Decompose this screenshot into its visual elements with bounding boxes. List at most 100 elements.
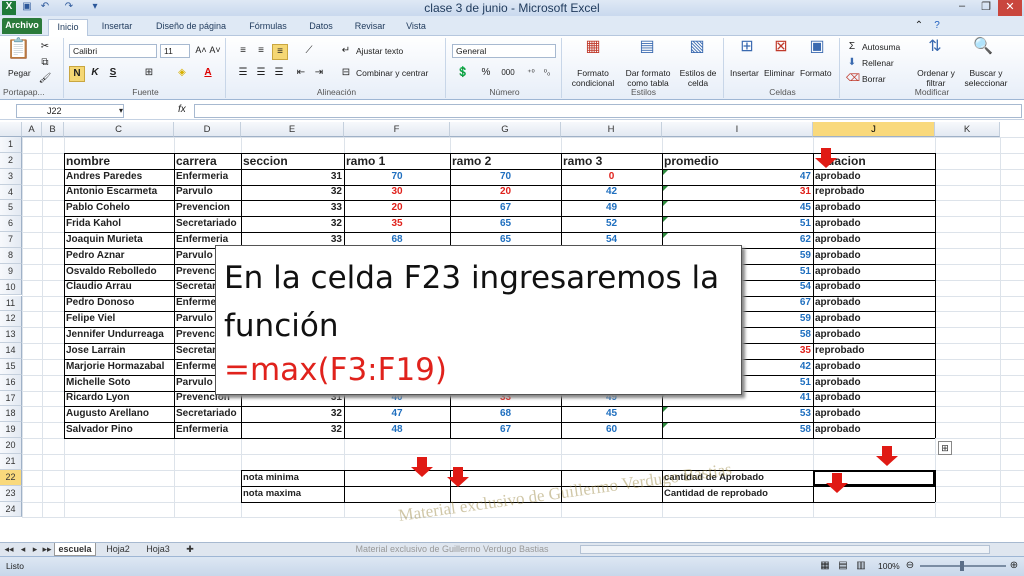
format-table-button[interactable]: Dar formato como tabla (622, 68, 674, 88)
cell-ramo[interactable]: 20 (344, 200, 450, 216)
help-icon[interactable]: ? (930, 19, 944, 33)
clear-icon[interactable]: ⌫ (846, 72, 860, 86)
wrap-text-icon[interactable]: ↵ (340, 44, 352, 58)
currency-icon[interactable]: 💲 (454, 66, 472, 80)
cell-nombre[interactable]: Andres Paredes (64, 169, 174, 185)
cell-nombre[interactable]: Felipe Viel (64, 311, 174, 327)
cut-icon[interactable]: ✂ (38, 40, 52, 54)
cell-ramo[interactable]: 65 (450, 216, 561, 232)
column-header-d[interactable]: D (174, 122, 241, 137)
name-box[interactable]: J22 (16, 104, 124, 118)
cell-nombre[interactable]: Pablo Cohelo (64, 200, 174, 216)
cell-seccion[interactable]: 32 (241, 422, 344, 438)
delete-cells-button[interactable]: Eliminar (764, 68, 795, 78)
cell-ramo[interactable]: 67 (450, 422, 561, 438)
find-select-icon[interactable]: 🔍 (972, 39, 994, 55)
tab-vista[interactable]: Vista (398, 19, 434, 36)
next-sheet-icon[interactable]: ▸ (30, 543, 40, 556)
row-header-24[interactable]: 24 (0, 501, 22, 518)
paste-options-icon[interactable]: ⊞ (938, 441, 952, 455)
conditional-format-icon[interactable]: ▦ (582, 39, 604, 55)
row-header-2[interactable]: 2 (0, 152, 22, 169)
autosum-icon[interactable]: Σ (846, 40, 858, 54)
row-header-4[interactable]: 4 (0, 184, 22, 201)
cell-ramo[interactable]: 70 (344, 169, 450, 185)
bold-button[interactable]: N (69, 66, 85, 82)
zoom-slider-thumb[interactable] (960, 561, 964, 571)
cell-situacion[interactable]: aprobado (813, 279, 935, 295)
cell-ramo[interactable]: 47 (344, 406, 450, 422)
cell-ramo[interactable]: 70 (450, 169, 561, 185)
cell-ramo[interactable]: 20 (450, 184, 561, 200)
cell-situacion[interactable]: aprobado (813, 390, 935, 406)
cell-promedio[interactable]: 58 (662, 422, 813, 438)
error-indicator-icon[interactable] (663, 169, 668, 175)
cell-ramo[interactable]: 67 (450, 200, 561, 216)
label-nota-minima[interactable]: nota minima (241, 470, 344, 486)
cell-situacion[interactable]: reprobado (813, 184, 935, 200)
cell-seccion[interactable]: 31 (241, 169, 344, 185)
cell-nombre[interactable]: Salvador Pino (64, 422, 174, 438)
font-color-icon[interactable]: A (200, 66, 216, 80)
column-header-j[interactable]: J (813, 122, 935, 137)
cell-nombre[interactable]: Jennifer Undurreaga (64, 327, 174, 343)
row-header-23[interactable]: 23 (0, 485, 22, 502)
error-indicator-icon[interactable] (663, 217, 668, 223)
orientation-icon[interactable]: ⟋ (300, 44, 318, 58)
decrease-indent-icon[interactable]: ⇤ (294, 66, 308, 80)
error-indicator-icon[interactable] (663, 407, 668, 413)
cell-situacion[interactable]: aprobado (813, 295, 935, 311)
cell-seccion[interactable]: 33 (241, 200, 344, 216)
tab-insertar[interactable]: Insertar (96, 19, 138, 36)
number-format-select[interactable]: General (452, 44, 556, 58)
format-cells-icon[interactable]: ▣ (806, 39, 828, 55)
cell-carrera[interactable]: Enfermeria (174, 169, 241, 185)
minimize-icon[interactable]: – (950, 0, 974, 16)
horizontal-scrollbar[interactable] (580, 545, 990, 554)
row-header-1[interactable]: 1 (0, 137, 22, 153)
sheet-tab-escuela[interactable]: escuela (54, 543, 96, 556)
cell-situacion[interactable]: aprobado (813, 216, 935, 232)
cell-situacion[interactable]: aprobado (813, 327, 935, 343)
insert-cells-icon[interactable]: ⊞ (736, 39, 758, 55)
column-header-a[interactable]: A (22, 122, 42, 137)
increase-decimal-icon[interactable]: ⁺⁰ (524, 66, 538, 80)
align-top-icon[interactable]: ≡ (236, 44, 250, 58)
thousands-button[interactable]: 000 (498, 66, 518, 80)
header-promedio[interactable]: promedio (662, 153, 813, 169)
header-carrera[interactable]: carrera (174, 153, 241, 169)
format-painter-icon[interactable]: 🖌 (38, 72, 52, 86)
header-ramo3[interactable]: ramo 3 (561, 153, 662, 169)
format-table-icon[interactable]: ▤ (636, 39, 658, 55)
wrap-text-button[interactable]: Ajustar texto (356, 46, 403, 56)
close-icon[interactable]: ✕ (998, 0, 1022, 16)
cell-nombre[interactable]: Marjorie Hormazabal (64, 359, 174, 375)
cell-situacion[interactable]: aprobado (813, 422, 935, 438)
cell-promedio[interactable]: 51 (662, 216, 813, 232)
row-header-18[interactable]: 18 (0, 406, 22, 423)
find-select-button[interactable]: Buscar y seleccionar (958, 68, 1014, 88)
merge-icon[interactable]: ⊟ (340, 66, 352, 80)
column-header-k[interactable]: K (935, 122, 1000, 137)
cell-situacion[interactable]: aprobado (813, 375, 935, 391)
cell-situacion[interactable]: aprobado (813, 264, 935, 280)
cell-ramo[interactable]: 52 (561, 216, 662, 232)
conditional-format-button[interactable]: Formato condicional (568, 68, 618, 88)
row-header-15[interactable]: 15 (0, 358, 22, 375)
paste-button[interactable]: Pegar (8, 68, 31, 78)
fill-color-icon[interactable]: ◈ (174, 66, 190, 80)
cell-carrera[interactable]: Enfermeria (174, 422, 241, 438)
cell-carrera[interactable]: Prevencion (174, 200, 241, 216)
cell-ramo[interactable]: 49 (561, 200, 662, 216)
delete-cells-icon[interactable]: ⊠ (770, 39, 792, 55)
column-header-e[interactable]: E (241, 122, 344, 137)
shrink-font-icon[interactable]: A˅ (208, 43, 222, 57)
cell-ramo[interactable]: 45 (561, 406, 662, 422)
sort-filter-icon[interactable]: ⇅ (924, 39, 946, 55)
column-header-g[interactable]: G (450, 122, 561, 137)
row-header-7[interactable]: 7 (0, 232, 22, 248)
cell-nombre[interactable]: Michelle Soto (64, 375, 174, 391)
tab-datos[interactable]: Datos (302, 19, 340, 36)
decrease-decimal-icon[interactable]: ⁰₀ (540, 66, 554, 80)
tab-archivo[interactable]: Archivo (2, 18, 42, 34)
